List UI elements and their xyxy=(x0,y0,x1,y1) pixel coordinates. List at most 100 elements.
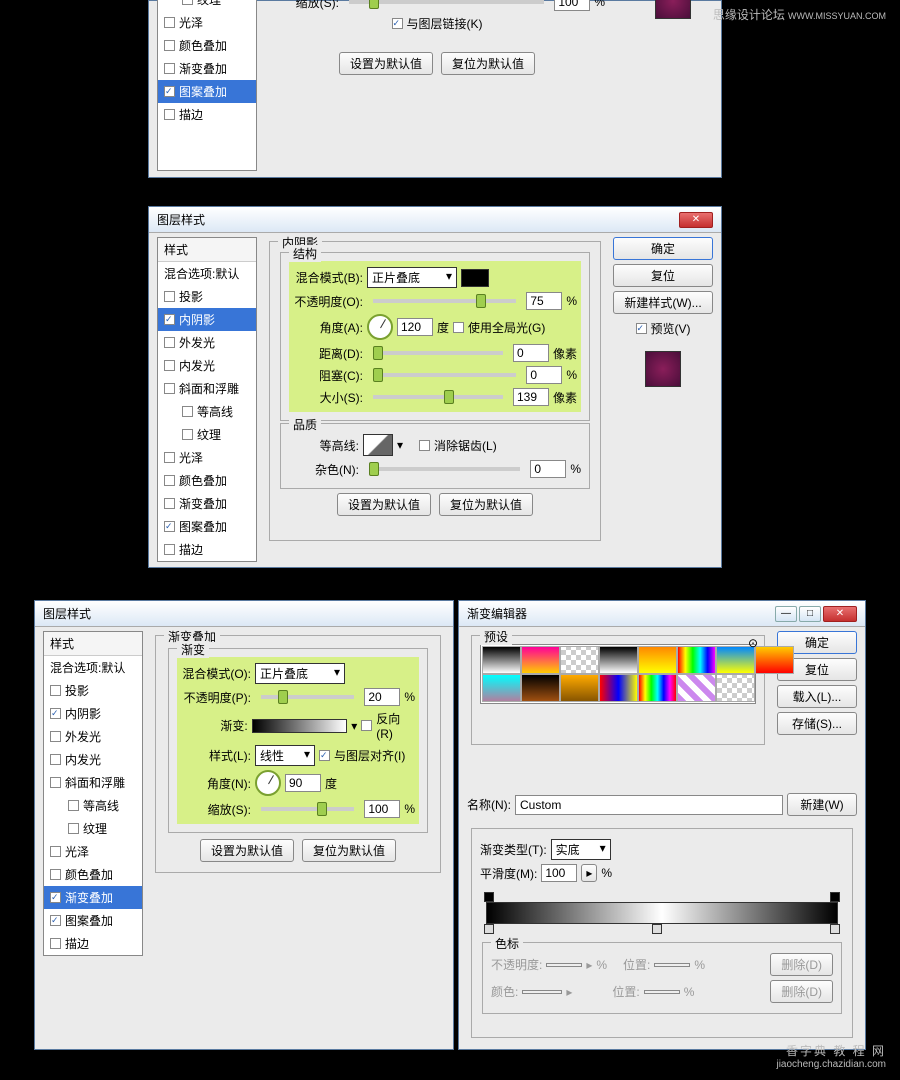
sidebar-item[interactable]: 投影 xyxy=(158,285,256,308)
sidebar-item[interactable]: 描边 xyxy=(44,932,142,955)
sidebar-item[interactable]: 渐变叠加 xyxy=(44,886,142,909)
gradient-type-select[interactable]: 实底▾ xyxy=(551,839,611,860)
smoothness-input[interactable]: 100 xyxy=(541,864,577,882)
chevron-right-icon[interactable]: ▸ xyxy=(581,864,597,882)
preset-swatch[interactable] xyxy=(482,646,521,674)
new-button[interactable]: 新建(W) xyxy=(787,793,857,816)
sidebar-item[interactable]: 光泽 xyxy=(158,11,256,34)
preset-swatch[interactable] xyxy=(521,674,560,702)
scale-slider[interactable] xyxy=(349,0,544,4)
preset-swatch[interactable] xyxy=(521,646,560,674)
set-default-button[interactable]: 设置为默认值 xyxy=(200,839,294,862)
close-button[interactable]: ✕ xyxy=(823,606,857,622)
close-button[interactable]: ✕ xyxy=(679,212,713,228)
sidebar-item[interactable]: 图案叠加 xyxy=(158,80,256,103)
angle-input[interactable]: 120 xyxy=(397,318,433,336)
reset-default-button[interactable]: 复位为默认值 xyxy=(441,52,535,75)
opacity-input[interactable]: 20 xyxy=(364,688,400,706)
sidebar-item[interactable]: 颜色叠加 xyxy=(44,863,142,886)
ok-button[interactable]: 确定 xyxy=(613,237,713,260)
sidebar-item[interactable]: 渐变叠加 xyxy=(158,492,256,515)
color-stop[interactable] xyxy=(484,924,494,934)
set-default-button[interactable]: 设置为默认值 xyxy=(339,52,433,75)
preset-swatch[interactable] xyxy=(677,646,716,674)
preset-swatch[interactable] xyxy=(677,674,716,702)
color-stop[interactable] xyxy=(652,924,662,934)
sidebar-item[interactable]: 图案叠加 xyxy=(44,909,142,932)
sidebar-item[interactable]: 描边 xyxy=(158,103,256,126)
contour-picker[interactable] xyxy=(363,434,393,456)
scale-input[interactable]: 100 xyxy=(364,800,400,818)
sidebar-item[interactable]: 纹理 xyxy=(44,817,142,840)
opacity-slider[interactable] xyxy=(373,299,516,303)
gradient-bar[interactable] xyxy=(486,902,838,924)
opacity-input[interactable]: 75 xyxy=(526,292,562,310)
cancel-button[interactable]: 复位 xyxy=(613,264,713,287)
sidebar-item[interactable]: 内发光 xyxy=(158,354,256,377)
align-checkbox[interactable] xyxy=(319,750,330,761)
sidebar-item[interactable]: 渐变叠加 xyxy=(158,57,256,80)
preset-swatch[interactable] xyxy=(599,674,638,702)
reverse-checkbox[interactable] xyxy=(361,720,372,731)
color-stop[interactable] xyxy=(830,924,840,934)
sidebar-blending[interactable]: 混合选项:默认 xyxy=(158,262,256,285)
link-layer-checkbox[interactable] xyxy=(392,18,403,29)
name-input[interactable] xyxy=(515,795,783,815)
preset-swatch[interactable] xyxy=(560,674,599,702)
set-default-button[interactable]: 设置为默认值 xyxy=(337,493,431,516)
minimize-button[interactable]: — xyxy=(775,606,797,622)
sidebar-item[interactable]: 颜色叠加 xyxy=(158,469,256,492)
noise-input[interactable]: 0 xyxy=(530,460,566,478)
sidebar-item[interactable]: 外发光 xyxy=(44,725,142,748)
sidebar-item[interactable]: 等高线 xyxy=(44,794,142,817)
sidebar-item[interactable]: 内阴影 xyxy=(44,702,142,725)
load-button[interactable]: 载入(L)... xyxy=(777,685,857,708)
distance-input[interactable]: 0 xyxy=(513,344,549,362)
reset-default-button[interactable]: 复位为默认值 xyxy=(302,839,396,862)
sidebar-item[interactable]: 纹理 xyxy=(158,0,256,11)
flyout-icon[interactable]: ⊙ xyxy=(748,636,758,650)
preset-swatch[interactable] xyxy=(599,646,638,674)
antialias-checkbox[interactable] xyxy=(419,440,430,451)
angle-dial[interactable] xyxy=(255,770,281,796)
chevron-down-icon[interactable]: ▾ xyxy=(397,438,403,452)
sidebar-item[interactable]: 描边 xyxy=(158,538,256,561)
sidebar-item[interactable]: 内发光 xyxy=(44,748,142,771)
gradient-picker[interactable] xyxy=(252,719,347,733)
style-select[interactable]: 线性▾ xyxy=(255,745,315,766)
save-button[interactable]: 存储(S)... xyxy=(777,712,857,735)
sidebar-item[interactable]: 纹理 xyxy=(158,423,256,446)
sidebar-item[interactable]: 光泽 xyxy=(44,840,142,863)
preset-swatch[interactable] xyxy=(716,646,755,674)
preset-swatch[interactable] xyxy=(560,646,599,674)
distance-slider[interactable] xyxy=(373,351,503,355)
noise-slider[interactable] xyxy=(369,467,520,471)
preset-swatch[interactable] xyxy=(638,646,677,674)
sidebar-blending[interactable]: 混合选项:默认 xyxy=(44,656,142,679)
sidebar-item[interactable]: 投影 xyxy=(44,679,142,702)
global-light-checkbox[interactable] xyxy=(453,322,464,333)
angle-input[interactable]: 90 xyxy=(285,774,321,792)
sidebar-item[interactable]: 外发光 xyxy=(158,331,256,354)
sidebar-item[interactable]: 图案叠加 xyxy=(158,515,256,538)
scale-slider[interactable] xyxy=(261,807,354,811)
scale-input[interactable]: 100 xyxy=(554,0,590,11)
new-style-button[interactable]: 新建样式(W)... xyxy=(613,291,713,314)
opacity-stop[interactable] xyxy=(484,892,494,902)
size-slider[interactable] xyxy=(373,395,503,399)
choke-slider[interactable] xyxy=(373,373,516,377)
blend-mode-select[interactable]: 正片叠底▾ xyxy=(367,267,457,288)
preset-swatch[interactable] xyxy=(716,674,755,702)
opacity-slider[interactable] xyxy=(261,695,354,699)
chevron-down-icon[interactable]: ▾ xyxy=(351,719,357,733)
sidebar-item[interactable]: 颜色叠加 xyxy=(158,34,256,57)
sidebar-item[interactable]: 斜面和浮雕 xyxy=(158,377,256,400)
maximize-button[interactable]: □ xyxy=(799,606,821,622)
color-swatch[interactable] xyxy=(461,269,489,287)
preset-swatch[interactable] xyxy=(482,674,521,702)
blend-mode-select[interactable]: 正片叠底▾ xyxy=(255,663,345,684)
preset-swatch[interactable] xyxy=(755,646,794,674)
preset-swatch[interactable] xyxy=(638,674,677,702)
reset-default-button[interactable]: 复位为默认值 xyxy=(439,493,533,516)
sidebar-item[interactable]: 等高线 xyxy=(158,400,256,423)
